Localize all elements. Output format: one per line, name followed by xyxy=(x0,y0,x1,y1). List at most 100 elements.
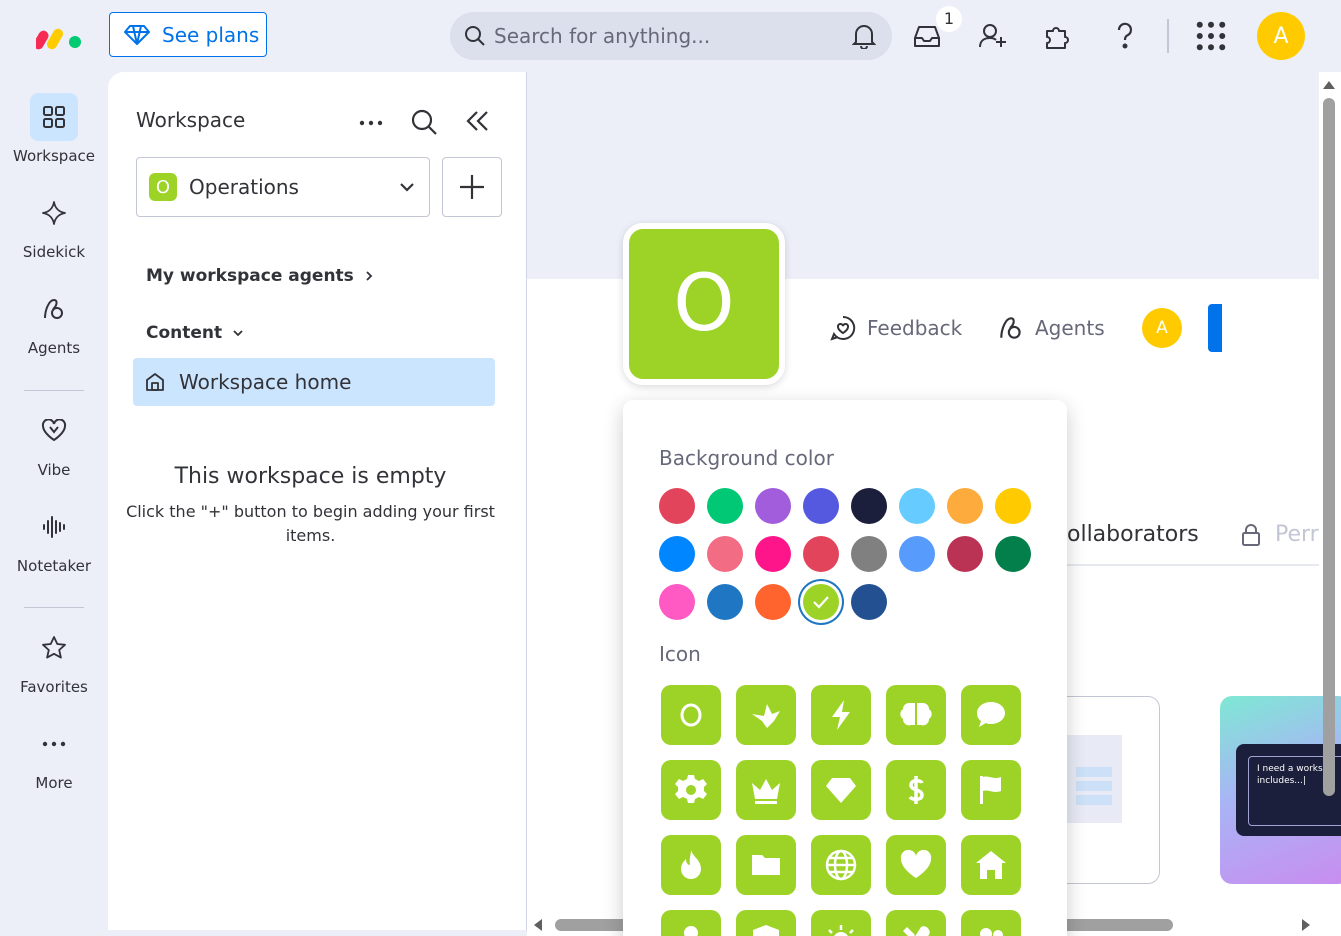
search-icon xyxy=(465,26,485,46)
rail-item-vibe[interactable]: Vibe xyxy=(0,407,108,479)
see-plans-button[interactable]: See plans xyxy=(109,12,267,57)
color-swatch[interactable] xyxy=(995,488,1031,524)
member-avatar[interactable]: A xyxy=(1142,308,1182,348)
lightning-icon[interactable] xyxy=(811,685,871,745)
rail-item-more[interactable]: More xyxy=(0,720,108,792)
chat-bubble-icon[interactable] xyxy=(961,685,1021,745)
people-icon[interactable] xyxy=(961,910,1021,936)
fire-icon[interactable] xyxy=(661,835,721,895)
vertical-scrollbar[interactable] xyxy=(1319,72,1341,914)
color-swatch[interactable] xyxy=(659,536,695,572)
workspace-badge: O xyxy=(149,173,177,201)
color-swatch[interactable] xyxy=(851,584,887,620)
color-swatch[interactable] xyxy=(803,584,839,620)
help-icon[interactable] xyxy=(1110,18,1140,54)
feedback-icon xyxy=(830,315,856,341)
workspace-grid-icon xyxy=(30,93,78,141)
letter-o-icon[interactable] xyxy=(661,685,721,745)
more-dots-icon xyxy=(30,720,78,768)
search-icon[interactable] xyxy=(410,108,438,136)
bell-icon[interactable] xyxy=(852,23,876,49)
user-avatar[interactable]: A xyxy=(1257,12,1305,60)
invite-button[interactable] xyxy=(1208,304,1222,352)
color-swatch[interactable] xyxy=(803,536,839,572)
permissions-label: Perr xyxy=(1275,522,1319,547)
rail-divider xyxy=(24,607,84,608)
card-preview-bar xyxy=(1076,781,1112,791)
agents-section-toggle[interactable]: My workspace agents xyxy=(146,266,374,286)
chevron-down-icon xyxy=(233,330,243,337)
flag-icon[interactable] xyxy=(961,760,1021,820)
rail-item-label: More xyxy=(35,774,73,792)
color-swatch[interactable] xyxy=(707,584,743,620)
add-item-button[interactable] xyxy=(442,157,502,217)
gear-icon[interactable] xyxy=(661,760,721,820)
color-swatch[interactable] xyxy=(659,584,695,620)
workspace-home-label: Workspace home xyxy=(179,370,352,394)
scroll-up-arrow-icon[interactable] xyxy=(1323,80,1335,90)
origami-bird-icon[interactable] xyxy=(736,685,796,745)
workspace-selector[interactable]: O Operations xyxy=(136,157,430,217)
star-icon xyxy=(30,624,78,672)
content-section-label: Content xyxy=(146,323,223,343)
shield-icon[interactable] xyxy=(736,910,796,936)
workspace-icon[interactable]: O xyxy=(623,223,785,385)
rail-item-notetaker[interactable]: Notetaker xyxy=(0,503,108,575)
tab-collaborators[interactable]: ollaborators xyxy=(1067,522,1199,547)
more-options-icon[interactable] xyxy=(358,110,384,136)
brain-icon[interactable] xyxy=(886,685,946,745)
agents-button[interactable]: Agents xyxy=(997,314,1105,342)
feedback-button[interactable]: Feedback xyxy=(829,314,962,342)
scroll-right-arrow-icon[interactable] xyxy=(1301,919,1311,931)
rail-item-workspace[interactable]: Workspace xyxy=(0,93,108,165)
lock-icon xyxy=(1242,523,1260,546)
monday-logo-icon[interactable] xyxy=(36,22,82,50)
color-swatch[interactable] xyxy=(995,536,1031,572)
rail-item-agents[interactable]: Agents xyxy=(0,285,108,357)
house-icon[interactable] xyxy=(961,835,1021,895)
person-icon[interactable] xyxy=(661,910,721,936)
empty-state-description: Click the "+" button to begin adding you… xyxy=(126,502,495,545)
tab-permissions[interactable]: Perr xyxy=(1241,522,1319,547)
invite-user-icon[interactable] xyxy=(978,18,1008,54)
color-swatch[interactable] xyxy=(659,488,695,524)
color-swatch[interactable] xyxy=(803,488,839,524)
heart-icon[interactable] xyxy=(886,835,946,895)
rail-item-label: Favorites xyxy=(20,678,88,696)
collapse-panel-icon[interactable] xyxy=(464,108,490,134)
empty-state-title: This workspace is empty xyxy=(174,464,447,489)
color-swatch[interactable] xyxy=(899,536,935,572)
globe-icon[interactable] xyxy=(811,835,871,895)
rail-item-favorites[interactable]: Favorites xyxy=(0,624,108,696)
integrations-puzzle-icon[interactable] xyxy=(1043,18,1073,54)
search-input[interactable]: Search for anything... xyxy=(450,12,892,60)
color-swatch[interactable] xyxy=(707,536,743,572)
workspace-home-item[interactable]: Workspace home xyxy=(133,358,495,406)
color-swatch[interactable] xyxy=(947,488,983,524)
color-swatch[interactable] xyxy=(755,536,791,572)
color-swatch[interactable] xyxy=(755,584,791,620)
chevron-down-icon xyxy=(400,183,414,192)
scroll-left-arrow-icon[interactable] xyxy=(533,919,543,931)
diamond-icon[interactable] xyxy=(811,760,871,820)
color-swatch[interactable] xyxy=(755,488,791,524)
color-swatch[interactable] xyxy=(899,488,935,524)
color-swatch[interactable] xyxy=(851,536,887,572)
card-preview-bar xyxy=(1076,795,1112,805)
folder-icon[interactable] xyxy=(736,835,796,895)
rail-item-sidekick[interactable]: Sidekick xyxy=(0,189,108,261)
color-swatch[interactable] xyxy=(851,488,887,524)
scrollbar-thumb[interactable] xyxy=(1323,98,1335,796)
bulb-icon[interactable] xyxy=(811,910,871,936)
icon-heading: Icon xyxy=(659,642,701,666)
content-section-toggle[interactable]: Content xyxy=(146,323,244,343)
agents-section-label: My workspace agents xyxy=(146,266,354,286)
color-swatch[interactable] xyxy=(707,488,743,524)
color-swatch[interactable] xyxy=(947,536,983,572)
apps-grid-icon[interactable] xyxy=(1196,18,1226,54)
dollar-icon[interactable] xyxy=(886,760,946,820)
workspace-panel: Workspace O Operations My workspace agen… xyxy=(108,72,527,930)
crown-icon[interactable] xyxy=(736,760,796,820)
tools-icon[interactable] xyxy=(886,910,946,936)
agents-icon xyxy=(1000,317,1021,339)
